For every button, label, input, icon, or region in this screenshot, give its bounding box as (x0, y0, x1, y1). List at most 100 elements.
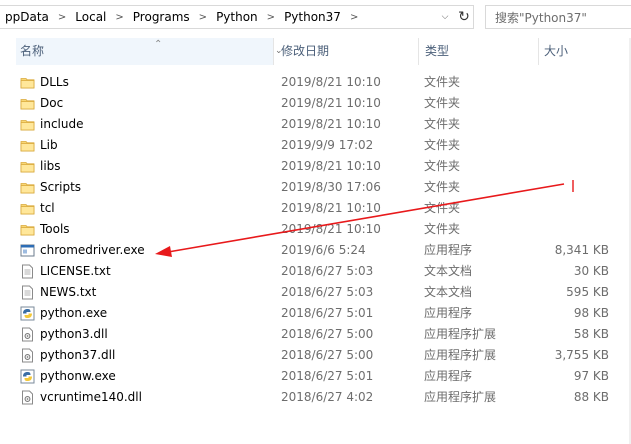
column-type[interactable]: 类型 (418, 38, 538, 65)
folder-icon (20, 138, 35, 153)
file-name: libs (40, 159, 61, 173)
file-row[interactable]: Tools 2019/8/21 10:10 文件夹 (0, 219, 631, 240)
dll-icon (20, 348, 35, 363)
file-row[interactable]: python.exe 2018/6/27 5:01 应用程序 98 KB (0, 303, 631, 324)
file-row[interactable]: DLLs 2019/8/21 10:10 文件夹 (0, 72, 631, 93)
file-name: Scripts (40, 180, 82, 194)
address-bar[interactable]: ppData > Local > Programs > Python > Pyt… (0, 5, 474, 29)
file-name: include (40, 117, 84, 131)
file-row[interactable]: Doc 2019/8/21 10:10 文件夹 (0, 93, 631, 114)
file-type: 应用程序扩展 (424, 390, 497, 404)
breadcrumb-item[interactable]: Python (214, 10, 260, 24)
file-row[interactable]: libs 2019/8/21 10:10 文件夹 (0, 156, 631, 177)
file-date: 2018/6/27 5:00 (281, 327, 374, 341)
breadcrumb-item[interactable]: ppData (3, 10, 51, 24)
breadcrumb-separator-icon[interactable]: > (108, 12, 130, 23)
file-date: 2018/6/27 5:03 (281, 285, 374, 299)
column-date-label: 修改日期 (281, 44, 330, 58)
breadcrumb-item[interactable]: Programs (131, 10, 192, 24)
file-row[interactable]: tcl 2019/8/21 10:10 文件夹 (0, 198, 631, 219)
folder-icon (20, 180, 35, 195)
chevron-down-icon[interactable]: ⌵ (437, 6, 453, 28)
file-row[interactable]: vcruntime140.dll 2018/6/27 4:02 应用程序扩展 88 K… (0, 387, 631, 408)
file-name: tcl (40, 201, 55, 215)
text-file-icon (20, 264, 35, 279)
file-row[interactable]: python3.dll 2018/6/27 5:00 应用程序扩展 58 KB (0, 324, 631, 345)
file-type: 文件夹 (424, 201, 461, 215)
folder-icon (20, 222, 35, 237)
folder-icon (20, 201, 35, 216)
file-type: 文本文档 (424, 285, 473, 299)
refresh-icon[interactable]: ↻ (455, 6, 473, 28)
breadcrumb-separator-icon[interactable]: > (192, 12, 214, 23)
file-date: 2019/6/6 5:24 (281, 243, 366, 257)
file-size: 58 KB (573, 327, 609, 341)
file-row[interactable]: pythonw.exe 2018/6/27 5:01 应用程序 97 KB (0, 366, 631, 387)
breadcrumb-item[interactable]: Local (73, 10, 108, 24)
file-row[interactable]: Lib 2019/9/9 17:02 文件夹 (0, 135, 631, 156)
column-name[interactable]: ⌃ 名称 ⌄ (16, 38, 283, 65)
file-type: 文本文档 (424, 264, 473, 278)
column-type-label: 类型 (425, 44, 450, 58)
file-date: 2018/6/27 5:00 (281, 348, 374, 362)
column-size-label: 大小 (544, 44, 569, 58)
folder-icon (20, 159, 35, 174)
folder-icon (20, 117, 35, 132)
text-file-icon (20, 285, 35, 300)
breadcrumb-separator-icon[interactable]: > (260, 12, 282, 23)
file-size: 30 KB (573, 264, 609, 278)
breadcrumb-item[interactable]: Python37 (282, 10, 343, 24)
file-row[interactable]: LICENSE.txt 2018/6/27 5:03 文本文档 30 KB (0, 261, 631, 282)
folder-icon (20, 75, 35, 90)
search-input[interactable]: 搜索"Python37" (485, 5, 631, 29)
file-row[interactable]: include 2019/8/21 10:10 文件夹 (0, 114, 631, 135)
file-name: pythonw.exe (40, 369, 116, 383)
file-row[interactable]: Scripts 2019/8/30 17:06 文件夹 (0, 177, 631, 198)
pythonw-exe-icon (20, 369, 35, 384)
column-size[interactable]: 大小 (538, 38, 631, 65)
file-name: python.exe (40, 306, 108, 320)
file-date: 2019/8/21 10:10 (281, 222, 381, 236)
column-name-label: 名称 (20, 44, 45, 58)
file-size: 88 KB (573, 390, 609, 404)
dll-icon (20, 327, 35, 342)
file-type: 文件夹 (424, 75, 461, 89)
file-name: LICENSE.txt (40, 264, 111, 278)
file-type: 文件夹 (424, 138, 461, 152)
file-date: 2019/9/9 17:02 (281, 138, 374, 152)
file-size: 3,755 KB (554, 348, 609, 362)
file-date: 2018/6/27 5:01 (281, 369, 374, 383)
file-name: vcruntime140.dll (40, 390, 142, 404)
file-type: 文件夹 (424, 222, 461, 236)
file-row[interactable]: python37.dll 2018/6/27 5:00 应用程序扩展 3,755 KB (0, 345, 631, 366)
file-date: 2019/8/30 17:06 (281, 180, 381, 194)
file-row[interactable]: NEWS.txt 2018/6/27 5:03 文本文档 595 KB (0, 282, 631, 303)
folder-icon (20, 96, 35, 111)
file-date: 2019/8/21 10:10 (281, 75, 381, 89)
file-row[interactable]: chromedriver.exe 2019/6/6 5:24 应用程序 8,341 K… (0, 240, 631, 261)
file-date: 2019/8/21 10:10 (281, 201, 381, 215)
file-size: 595 KB (566, 285, 609, 299)
file-type: 应用程序 (424, 306, 473, 320)
file-date: 2018/6/27 4:02 (281, 390, 374, 404)
address-bar-row: ppData > Local > Programs > Python > Pyt… (0, 0, 631, 36)
file-date: 2018/6/27 5:01 (281, 306, 374, 320)
file-name: Tools (40, 222, 70, 236)
breadcrumb-separator-icon[interactable]: > (343, 12, 365, 23)
sort-ascending-icon: ⌃ (154, 39, 163, 50)
exe-icon (20, 243, 35, 258)
column-date[interactable]: 修改日期 (273, 38, 418, 65)
file-type: 文件夹 (424, 117, 461, 131)
file-type: 文件夹 (424, 159, 461, 173)
dll-icon (20, 390, 35, 405)
file-date: 2019/8/21 10:10 (281, 117, 381, 131)
breadcrumb-separator-icon[interactable]: > (51, 12, 73, 23)
file-date: 2019/8/21 10:10 (281, 159, 381, 173)
file-name: python37.dll (40, 348, 116, 362)
file-type: 文件夹 (424, 96, 461, 110)
file-type: 文件夹 (424, 180, 461, 194)
file-name: NEWS.txt (40, 285, 97, 299)
file-type: 应用程序扩展 (424, 348, 497, 362)
file-name: Lib (40, 138, 58, 152)
python-exe-icon (20, 306, 35, 321)
